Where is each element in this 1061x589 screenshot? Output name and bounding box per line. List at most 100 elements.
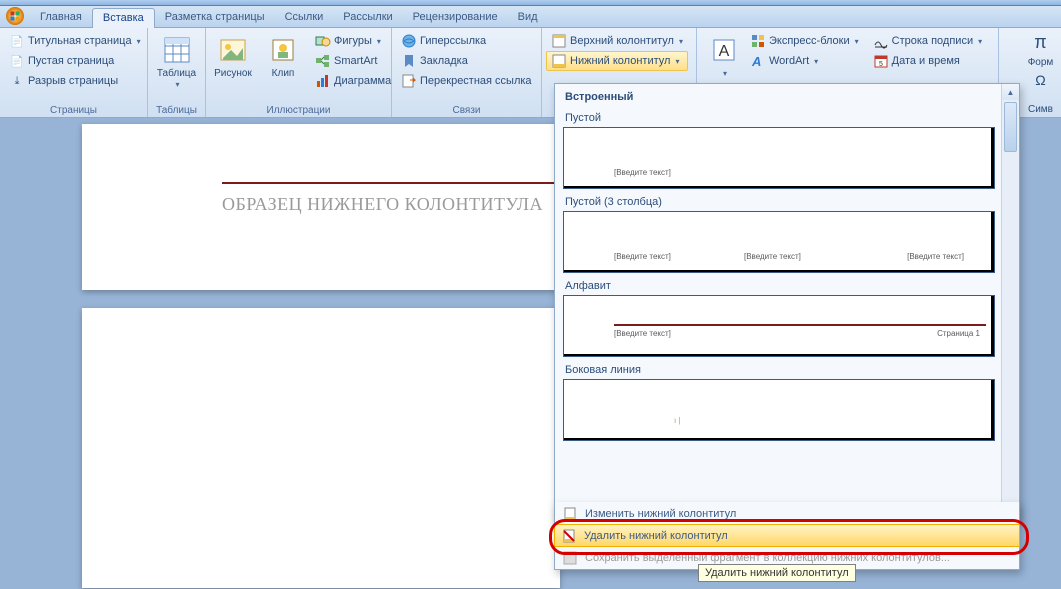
tab-mail[interactable]: Рассылки xyxy=(333,8,402,27)
picture-icon xyxy=(217,34,249,66)
edit-footer-menuitem[interactable]: Изменить нижний колонтитул xyxy=(555,502,1019,525)
tab-home[interactable]: Главная xyxy=(30,8,92,27)
placeholder-text: [Введите текст] xyxy=(744,252,801,261)
crossref-label: Перекрестная ссылка xyxy=(420,75,532,87)
bookmark-button[interactable]: Закладка xyxy=(396,51,537,71)
picture-button[interactable]: Рисунок xyxy=(210,31,256,82)
header-button[interactable]: Верхний колонтитул▾ xyxy=(546,31,688,51)
symbols-group-label: Симв xyxy=(1028,104,1053,117)
group-pages-label: Страницы xyxy=(4,104,143,117)
blank-page-button[interactable]: 📄Пустая страница xyxy=(4,51,146,71)
quickparts-icon xyxy=(750,33,766,49)
footer-gallery-panel: Встроенный Пустой [Введите текст] Пустой… xyxy=(554,83,1020,521)
dropdown-icon: ▾ xyxy=(673,57,679,66)
tab-insert[interactable]: Вставка xyxy=(92,8,155,28)
quickparts-label: Экспресс-блоки xyxy=(769,35,850,47)
picture-label: Рисунок xyxy=(214,66,252,79)
document-page-2 xyxy=(82,308,560,588)
datetime-button[interactable]: 5 Дата и время xyxy=(868,51,987,71)
calendar-icon: 5 xyxy=(873,53,889,69)
group-illus-label: Иллюстрации xyxy=(210,104,387,117)
group-tables-label: Таблицы xyxy=(152,104,201,117)
office-button[interactable] xyxy=(0,5,30,27)
gallery-item-sideline-title: Боковая линия xyxy=(563,359,995,379)
gallery-section-builtin: Встроенный xyxy=(563,88,995,107)
gallery-item-alpha-title: Алфавит xyxy=(563,275,995,295)
crossref-icon xyxy=(401,73,417,89)
footer-gallery-menu: Изменить нижний колонтитул Удалить нижни… xyxy=(554,502,1020,570)
smartart-icon xyxy=(315,53,331,69)
table-icon xyxy=(161,34,193,66)
bookmark-icon xyxy=(401,53,417,69)
document-page-1: ОБРАЗЕЦ НИЖНЕГО КОЛОНТИТУЛА xyxy=(82,124,560,290)
edit-icon xyxy=(561,505,579,523)
shapes-button[interactable]: Фигуры▾ xyxy=(310,31,396,51)
tab-layout[interactable]: Разметка страницы xyxy=(155,8,275,27)
omega-icon: Ω xyxy=(1035,72,1045,88)
textbox-icon: A xyxy=(708,34,740,66)
page-break-button[interactable]: ⤓Разрыв страницы xyxy=(4,71,146,91)
page-break-label: Разрыв страницы xyxy=(28,75,118,87)
group-pages: 📄Титульная страница▾ 📄Пустая страница ⤓Р… xyxy=(0,28,148,117)
gallery-item-blank3[interactable]: [Введите текст] [Введите текст] [Введите… xyxy=(563,211,995,273)
chart-icon xyxy=(315,73,331,89)
signature-icon xyxy=(873,33,889,49)
shapes-label: Фигуры xyxy=(334,35,372,47)
page-divider xyxy=(222,182,560,184)
gallery-item-blank[interactable]: [Введите текст] xyxy=(563,127,995,189)
hyperlink-button[interactable]: Гиперссылка xyxy=(396,31,537,51)
scroll-up-icon[interactable]: ▲ xyxy=(1002,84,1019,100)
group-tables: Таблица ▾ Таблицы xyxy=(148,28,206,117)
clipart-button[interactable]: Клип xyxy=(260,31,306,82)
placeholder-text: [Введите текст] xyxy=(907,252,964,261)
tab-review[interactable]: Рецензирование xyxy=(403,8,508,27)
bookmark-label: Закладка xyxy=(420,55,468,67)
footer-icon xyxy=(551,53,567,69)
scroll-thumb[interactable] xyxy=(1004,102,1017,152)
svg-text:5: 5 xyxy=(879,61,883,68)
gallery-item-alpha[interactable]: [Введите текст] Страница 1 xyxy=(563,295,995,357)
ribbon-tabs: Главная Вставка Разметка страницы Ссылки… xyxy=(0,6,1061,28)
page-title-text: ОБРАЗЕЦ НИЖНЕГО КОЛОНТИТУЛА xyxy=(222,194,543,215)
table-button[interactable]: Таблица ▾ xyxy=(152,31,201,93)
blank-page-label: Пустая страница xyxy=(28,55,114,67)
cover-page-label: Титульная страница xyxy=(28,35,132,47)
dropdown-icon: ▾ xyxy=(853,37,859,46)
smartart-button[interactable]: SmartArt xyxy=(310,51,396,71)
break-icon: ⤓ xyxy=(9,73,25,89)
chart-button[interactable]: Диаграмма xyxy=(310,71,396,91)
placeholder-text: [Введите текст] xyxy=(614,252,671,261)
cover-page-button[interactable]: 📄Титульная страница▾ xyxy=(4,31,146,51)
hyperlink-label: Гиперссылка xyxy=(420,35,486,47)
gallery-item-blank3-title: Пустой (3 столбца) xyxy=(563,191,995,211)
edit-footer-label: Изменить нижний колонтитул xyxy=(585,508,736,520)
group-illus: Рисунок Клип Фигуры▾ SmartArt Диаграмма … xyxy=(206,28,392,117)
remove-footer-label: Удалить нижний колонтитул xyxy=(584,530,728,542)
table-label: Таблица xyxy=(157,68,196,79)
header-label: Верхний колонтитул xyxy=(570,35,674,47)
group-links: Гиперссылка Закладка Перекрестная ссылка… xyxy=(392,28,542,117)
quickparts-button[interactable]: Экспресс-блоки▾ xyxy=(745,31,864,51)
save-selection-label: Сохранить выделенный фрагмент в коллекци… xyxy=(585,552,950,564)
formula-label: Форм xyxy=(1028,57,1054,68)
sigline-label: Строка подписи xyxy=(892,35,973,47)
tab-refs[interactable]: Ссылки xyxy=(275,8,334,27)
chart-label: Диаграмма xyxy=(334,75,391,87)
group-symbols-partial: π Форм Ω Симв xyxy=(1020,28,1061,118)
svg-text:A: A xyxy=(751,54,761,69)
gallery-scrollbar[interactable]: ▲ ▼ xyxy=(1001,84,1019,520)
tab-view[interactable]: Вид xyxy=(508,8,548,27)
footer-button[interactable]: Нижний колонтитул▾ xyxy=(546,51,688,71)
dropdown-icon: ▾ xyxy=(812,57,818,66)
signature-line-button[interactable]: Строка подписи▾ xyxy=(868,31,987,51)
placeholder-text: [Введите текст] xyxy=(614,329,671,338)
placeholder-text: [Введите текст] xyxy=(614,168,671,177)
group-links-label: Связи xyxy=(396,104,537,117)
datetime-label: Дата и время xyxy=(892,55,960,67)
crossref-button[interactable]: Перекрестная ссылка xyxy=(396,71,537,91)
wordart-button[interactable]: AWordArt▾ xyxy=(745,51,864,71)
remove-footer-menuitem[interactable]: Удалить нижний колонтитул xyxy=(554,524,1020,547)
hyperlink-icon xyxy=(401,33,417,49)
gallery-item-sideline[interactable]: ı | xyxy=(563,379,995,441)
clip-label: Клип xyxy=(272,66,295,79)
